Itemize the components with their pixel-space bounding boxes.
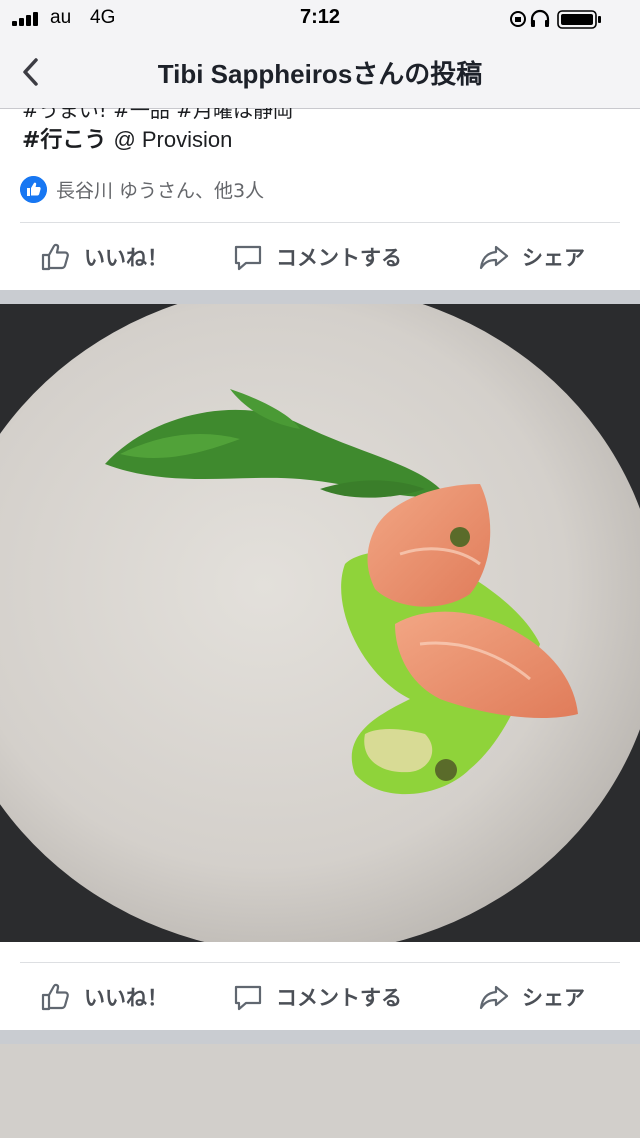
share-arrow-icon [479,985,509,1010]
next-post-photo[interactable] [0,1044,640,1138]
spacer [0,942,640,962]
thumbs-up-icon [41,243,69,271]
comment-button[interactable]: コメントする [232,964,402,1030]
post-text-line: #行こう @ Provision [22,122,232,154]
comment-label: コメントする [276,986,402,1010]
thumbs-up-icon [41,983,69,1011]
action-bar: いいね！ コメントする シェア [0,224,640,290]
caper [450,527,470,547]
divider [20,222,620,223]
share-label: シェア [522,246,585,270]
reactions-summary[interactable]: 長谷川 ゆうさん、他3人 [20,174,620,206]
rotation-lock-icon [510,11,526,27]
navigation-bar: Tibi Sappheirosさんの投稿 [0,36,640,109]
share-button[interactable]: シェア [478,224,585,290]
location-link[interactable]: @ Provision [113,127,232,152]
like-button[interactable]: いいね！ [40,964,168,1030]
post-photo[interactable] [0,304,640,942]
like-label: いいね！ [84,246,168,270]
share-button[interactable]: シェア [478,964,585,1030]
action-bar: いいね！ コメントする シェア [0,964,640,1030]
like-badge-icon [20,176,47,203]
plate [0,304,640,942]
status-icons [510,9,601,29]
comment-button[interactable]: コメントする [232,224,402,290]
like-label: いいね！ [84,986,168,1010]
hashtag-link[interactable]: #行こう [22,128,106,153]
reactions-text: 長谷川 ゆうさん、他3人 [56,180,265,202]
section-separator [0,1030,640,1044]
battery-icon [557,10,601,29]
post-text-cut-line: #うまい! #一品 #月曜は静岡 [22,108,294,122]
caper [435,759,457,781]
section-separator [0,290,640,304]
back-chevron-icon[interactable] [18,56,44,88]
share-label: シェア [522,986,585,1010]
divider [20,962,620,963]
headphones-icon [530,9,550,27]
like-button[interactable]: いいね！ [40,224,168,290]
post-text: #うまい! #一品 #月曜は静岡 #行こう @ Provision [22,108,622,168]
share-arrow-icon [479,245,509,270]
comment-bubble-icon [234,245,262,271]
status-bar: au 4G 7:12 [0,0,640,36]
page-title: Tibi Sappheirosさんの投稿 [157,59,483,89]
dish-photo-illustration [0,304,640,942]
comment-label: コメントする [276,246,402,270]
comment-bubble-icon [234,985,262,1011]
